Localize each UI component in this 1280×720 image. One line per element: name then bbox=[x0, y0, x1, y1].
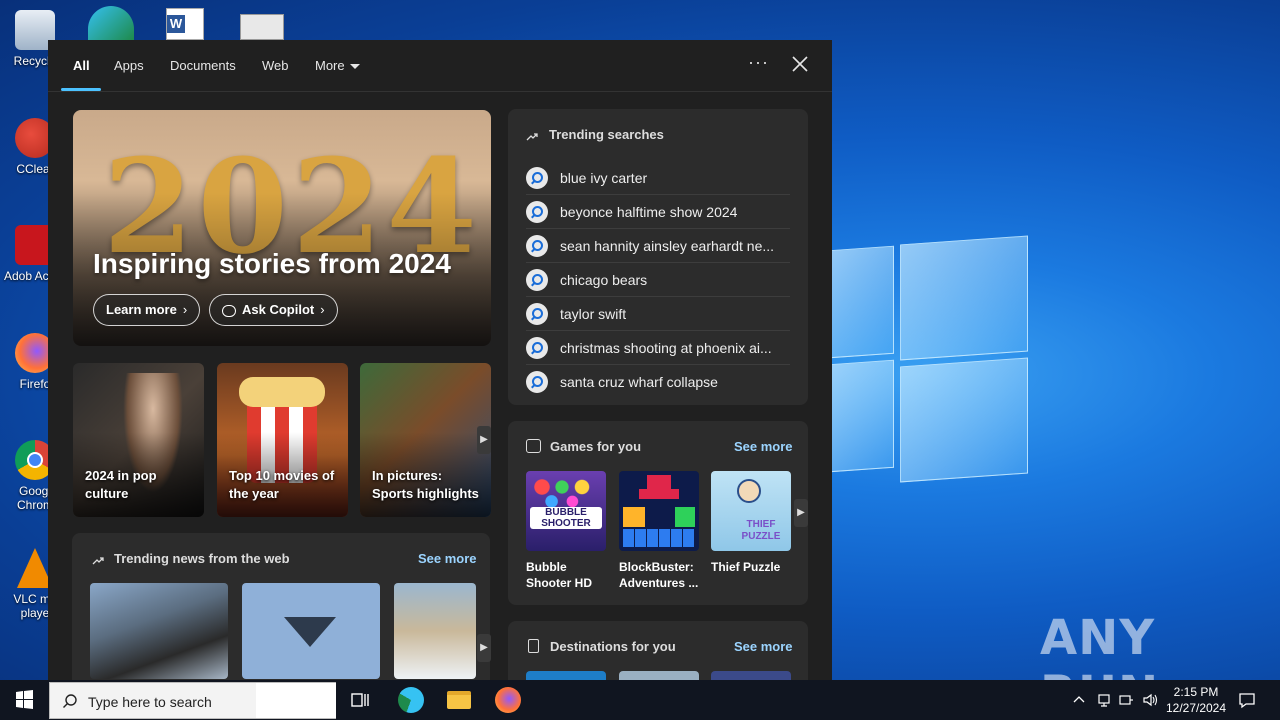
clock-date: 12/27/2024 bbox=[1165, 701, 1227, 715]
game-bubble-shooter[interactable]: BUBBLE SHOOTER Bubble Shooter HD bbox=[526, 471, 606, 591]
network-icon[interactable] bbox=[1096, 692, 1112, 708]
tab-more-label: More bbox=[315, 58, 345, 73]
hero-title: Inspiring stories from 2024 bbox=[93, 248, 451, 279]
trending-arrow-icon bbox=[526, 129, 538, 141]
game-thief-puzzle[interactable]: THIEF PUZZLE Thief Puzzle bbox=[711, 471, 791, 575]
taskbar-clock[interactable]: 2:15 PM 12/27/2024 bbox=[1160, 684, 1232, 716]
taskbar-search-placeholder: Type here to search bbox=[88, 694, 212, 710]
notifications-icon[interactable] bbox=[1238, 691, 1256, 709]
tile-label: 2024 in pop culture bbox=[85, 468, 157, 501]
search-icon bbox=[526, 371, 548, 393]
games-title: Games for you bbox=[550, 439, 642, 454]
game-name: Thief Puzzle bbox=[711, 560, 781, 574]
anyrun-watermark: ANY RUN bbox=[1040, 610, 1158, 680]
tab-documents[interactable]: Documents bbox=[170, 58, 236, 73]
game-name: Bubble Shooter HD bbox=[526, 560, 592, 590]
destinations-see-more[interactable]: See more bbox=[734, 639, 793, 654]
game-thumbnail: THIEF PUZZLE bbox=[711, 471, 791, 551]
settings-file-icon[interactable] bbox=[240, 14, 284, 40]
learn-more-button[interactable]: Learn more › bbox=[93, 294, 201, 326]
search-icon bbox=[526, 302, 548, 325]
tab-more[interactable]: More bbox=[315, 58, 360, 73]
learn-more-label: Learn more bbox=[106, 302, 177, 317]
search-icon bbox=[526, 200, 548, 223]
game-controller-icon bbox=[526, 439, 541, 453]
task-view-icon[interactable] bbox=[344, 684, 376, 716]
trending-search-item[interactable]: christmas shooting at phoenix ai... bbox=[526, 331, 790, 365]
chevron-up-icon[interactable] bbox=[1072, 693, 1086, 707]
trending-searches-title: Trending searches bbox=[549, 127, 664, 142]
tile-sports-highlights[interactable]: In pictures: Sports highlights bbox=[360, 363, 491, 517]
tile-label: In pictures: Sports highlights bbox=[372, 468, 479, 501]
trending-search-item[interactable]: santa cruz wharf collapse bbox=[526, 365, 790, 399]
tiles-next-arrow[interactable]: ▶ bbox=[477, 426, 491, 454]
clock-time: 2:15 PM bbox=[1173, 685, 1219, 699]
news-thumb-3[interactable] bbox=[394, 583, 476, 679]
windows-start-icon bbox=[16, 690, 33, 709]
tab-apps[interactable]: Apps bbox=[114, 58, 144, 73]
ask-copilot-label: Ask Copilot bbox=[242, 302, 315, 317]
trending-searches-card: Trending searches blue ivy carter beyonc… bbox=[508, 109, 808, 405]
taskbar-search-box[interactable]: Type here to search bbox=[49, 682, 336, 719]
trending-search-item[interactable]: beyonce halftime show 2024 bbox=[526, 195, 790, 229]
chat-bubble-icon bbox=[222, 304, 236, 317]
destinations-card: Destinations for you See more bbox=[508, 621, 808, 680]
news-thumb-1[interactable] bbox=[90, 583, 228, 679]
hero-card[interactable]: 2024 Inspiring stories from 2024 Learn m… bbox=[73, 110, 491, 346]
destination-thumb[interactable] bbox=[526, 671, 606, 680]
games-see-more[interactable]: See more bbox=[734, 439, 793, 454]
game-thumbnail: BUBBLE SHOOTER bbox=[526, 471, 606, 551]
tab-all[interactable]: All bbox=[73, 58, 90, 73]
trending-news-title: Trending news from the web bbox=[114, 551, 290, 566]
word-document-icon[interactable]: W bbox=[166, 8, 204, 40]
file-explorer-icon[interactable] bbox=[443, 684, 475, 716]
tile-label: Top 10 movies of the year bbox=[229, 468, 335, 501]
ethernet-icon[interactable] bbox=[1118, 692, 1134, 708]
destination-thumb[interactable] bbox=[619, 671, 699, 680]
search-icon bbox=[526, 336, 548, 359]
search-tabs-bar: All Apps Documents Web More ··· bbox=[48, 40, 832, 92]
trending-search-item[interactable]: blue ivy carter bbox=[526, 161, 790, 195]
trending-search-item[interactable]: sean hannity ainsley earhardt ne... bbox=[526, 229, 790, 263]
more-options-button[interactable]: ··· bbox=[748, 52, 769, 73]
trending-search-item[interactable]: taylor swift bbox=[526, 297, 790, 331]
search-panel: All Apps Documents Web More ··· 2024 Ins… bbox=[48, 40, 832, 680]
destination-thumb[interactable] bbox=[711, 671, 791, 680]
games-card: Games for you See more BUBBLE SHOOTER Bu… bbox=[508, 421, 808, 605]
destinations-title: Destinations for you bbox=[550, 639, 676, 654]
news-thumb-2[interactable] bbox=[242, 583, 380, 679]
trending-arrow-icon bbox=[92, 553, 104, 565]
ask-copilot-button[interactable]: Ask Copilot › bbox=[209, 294, 338, 326]
games-next-arrow[interactable]: ▶ bbox=[794, 499, 808, 527]
news-next-arrow[interactable]: ▶ bbox=[477, 634, 491, 662]
close-icon[interactable] bbox=[790, 54, 810, 74]
search-icon bbox=[63, 694, 77, 708]
trending-search-item[interactable]: chicago bears bbox=[526, 263, 790, 297]
tile-pop-culture[interactable]: 2024 in pop culture bbox=[73, 363, 204, 517]
start-button[interactable] bbox=[0, 680, 48, 720]
edge-desktop-icon[interactable] bbox=[88, 6, 134, 40]
firefox-taskbar-icon[interactable] bbox=[492, 684, 524, 716]
search-icon bbox=[526, 166, 548, 189]
game-blockbuster[interactable]: BlockBuster: Adventures ... bbox=[619, 471, 699, 591]
taskbar: Type here to search 2:15 PM 12/27/2024 bbox=[0, 680, 1280, 720]
chevron-right-icon: › bbox=[182, 302, 188, 317]
game-thumbnail bbox=[619, 471, 699, 551]
volume-icon[interactable] bbox=[1142, 692, 1158, 708]
luggage-icon bbox=[528, 639, 539, 653]
trending-news-see-more[interactable]: See more bbox=[418, 551, 477, 566]
search-icon bbox=[526, 268, 548, 291]
search-icon bbox=[526, 234, 548, 257]
game-name: BlockBuster: Adventures ... bbox=[619, 560, 699, 590]
trending-searches-list: blue ivy carter beyonce halftime show 20… bbox=[526, 161, 790, 399]
tile-top-movies[interactable]: Top 10 movies of the year bbox=[217, 363, 348, 517]
chevron-right-icon: › bbox=[320, 302, 325, 317]
windows-logo-wallpaper bbox=[830, 235, 1030, 483]
tab-web[interactable]: Web bbox=[262, 58, 289, 73]
edge-taskbar-icon[interactable] bbox=[395, 684, 427, 716]
chevron-down-icon bbox=[349, 64, 360, 70]
active-tab-indicator bbox=[61, 88, 101, 91]
